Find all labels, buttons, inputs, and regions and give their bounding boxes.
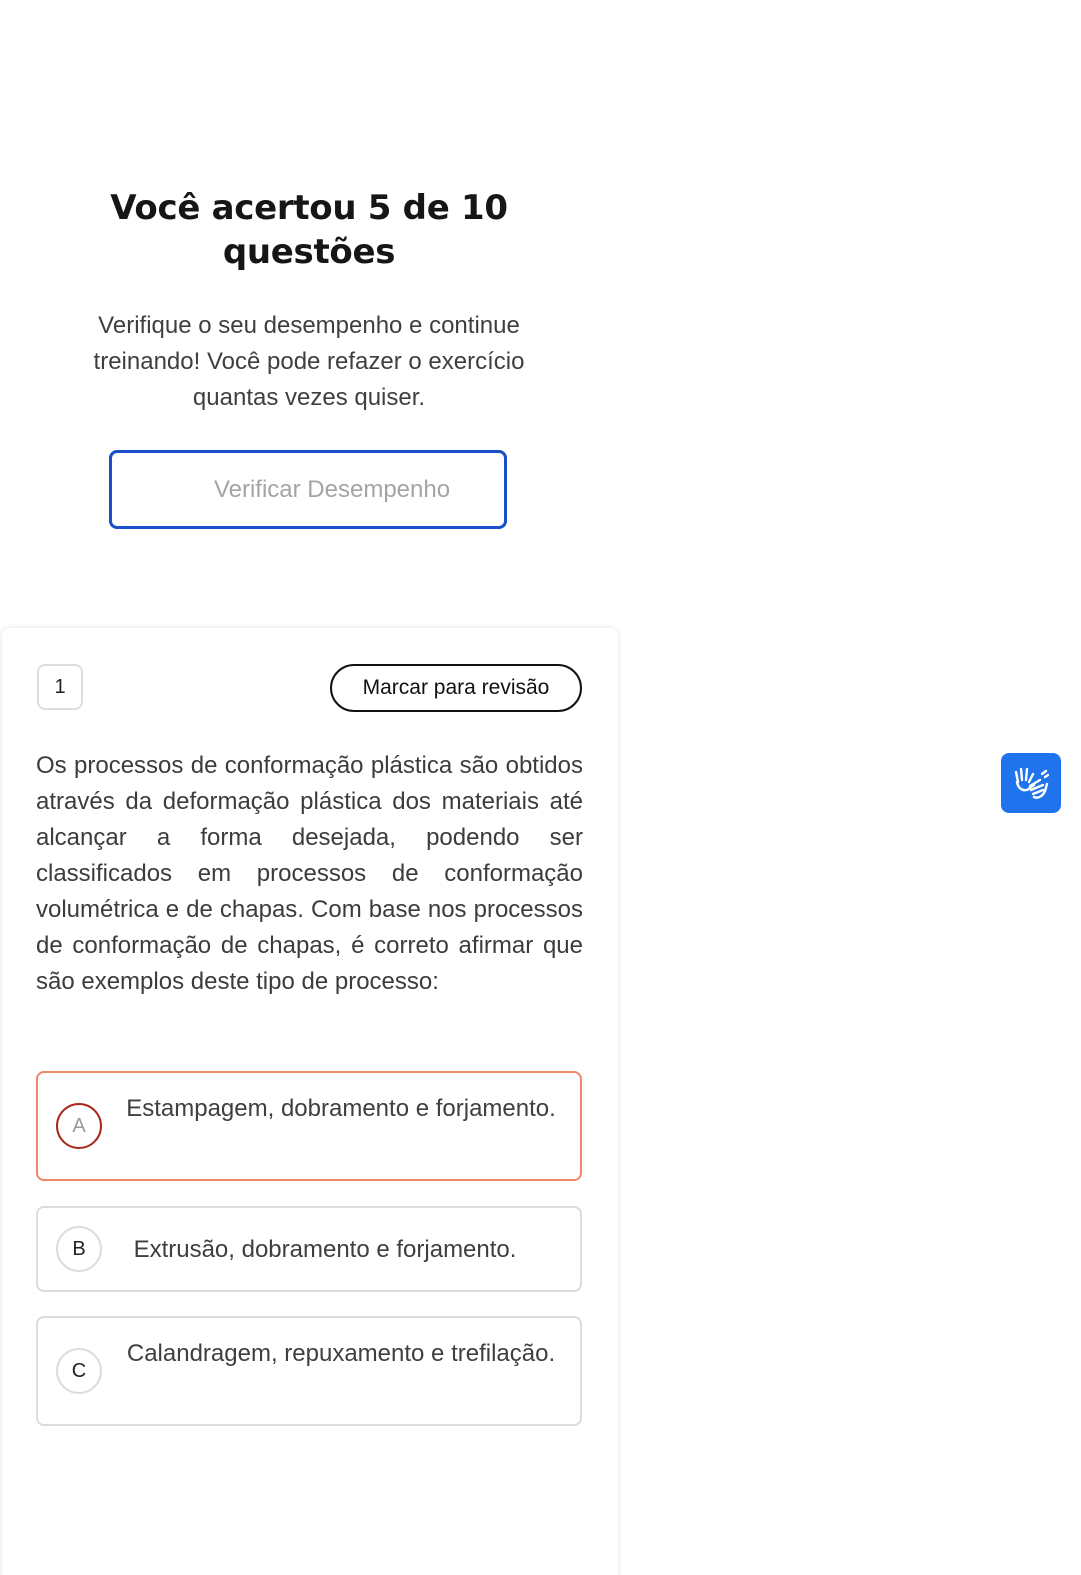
result-summary: Você acertou 5 de 10 questões Verifique … bbox=[0, 186, 618, 416]
result-title: Você acertou 5 de 10 questões bbox=[110, 188, 508, 272]
question-text: Os processos de conformação plástica são… bbox=[36, 752, 583, 995]
sign-language-hands-icon bbox=[1014, 767, 1050, 799]
option-a[interactable]: A Estampagem, dobramento e forjamento. bbox=[36, 1071, 582, 1181]
mark-for-review-button[interactable]: Marcar para revisão bbox=[330, 664, 582, 712]
option-text: Estampagem, dobramento e forjamento. bbox=[126, 1095, 556, 1122]
option-text: Extrusão, dobramento e forjamento. bbox=[133, 1236, 517, 1263]
option-text: Calandragem, repuxamento e trefilação. bbox=[126, 1340, 556, 1367]
option-letter: C bbox=[56, 1348, 102, 1394]
page: Você acertou 5 de 10 questões Verifique … bbox=[0, 0, 1081, 1575]
result-subtitle: Verifique o seu desempenho e continue tr… bbox=[93, 312, 525, 411]
option-letter: A bbox=[56, 1103, 102, 1149]
verify-performance-button[interactable]: Verificar Desempenho bbox=[109, 450, 507, 529]
question-card: 1 Marcar para revisão Os processos de co… bbox=[2, 628, 618, 1575]
option-c[interactable]: C Calandragem, repuxamento e trefilação. bbox=[36, 1316, 582, 1426]
option-letter: B bbox=[56, 1226, 102, 1272]
sign-language-button[interactable] bbox=[1001, 753, 1061, 813]
question-number: 1 bbox=[37, 664, 83, 710]
option-b[interactable]: B Extrusão, dobramento e forjamento. bbox=[36, 1206, 582, 1292]
